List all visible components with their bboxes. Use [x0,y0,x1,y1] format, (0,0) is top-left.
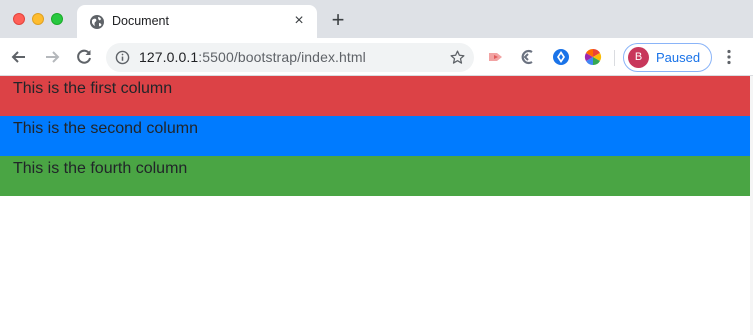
column-fourth-text: This is the fourth column [13,160,188,177]
color-wheel-ext-icon[interactable] [584,48,602,66]
kebab-menu-icon[interactable] [720,48,738,66]
cast-ext-icon[interactable] [487,48,505,66]
column-first: This is the first column [0,76,753,116]
url-path: :5500/bootstrap/index.html [198,49,366,65]
forward-button[interactable] [42,47,62,67]
column-first-text: This is the first column [13,80,173,97]
tab-strip: Document × + [0,0,753,38]
zoom-window-button[interactable] [51,13,63,25]
globe-icon [90,15,104,29]
metamask-ext-icon[interactable] [552,48,570,66]
site-info-icon[interactable] [115,50,130,65]
minimize-window-button[interactable] [32,13,44,25]
new-tab-button[interactable]: + [328,9,348,31]
ahrefs-ext-icon[interactable] [519,48,537,66]
url-text[interactable]: 127.0.0.1:5500/bootstrap/index.html [139,49,366,65]
bookmark-star-icon[interactable] [449,49,466,66]
close-window-button[interactable] [13,13,25,25]
address-bar[interactable]: 127.0.0.1:5500/bootstrap/index.html [106,43,474,72]
url-host: 127.0.0.1 [139,49,199,65]
reload-button[interactable] [74,47,94,67]
browser-toolbar: 127.0.0.1:5500/bootstrap/index.html B Pa… [0,38,753,76]
column-fourth: This is the fourth column [0,156,753,196]
avatar: B [628,47,649,68]
close-tab-icon[interactable]: × [291,13,307,29]
back-button[interactable] [9,47,29,67]
page-content: This is the first column This is the sec… [0,76,753,335]
profile-button[interactable]: B Paused [623,43,712,72]
column-second: This is the second column [0,116,753,156]
column-second-text: This is the second column [13,120,198,137]
tab-title: Document [112,14,169,28]
toolbar-separator [614,50,615,66]
profile-status-label: Paused [656,50,701,65]
tab-document[interactable]: Document × [77,5,317,38]
